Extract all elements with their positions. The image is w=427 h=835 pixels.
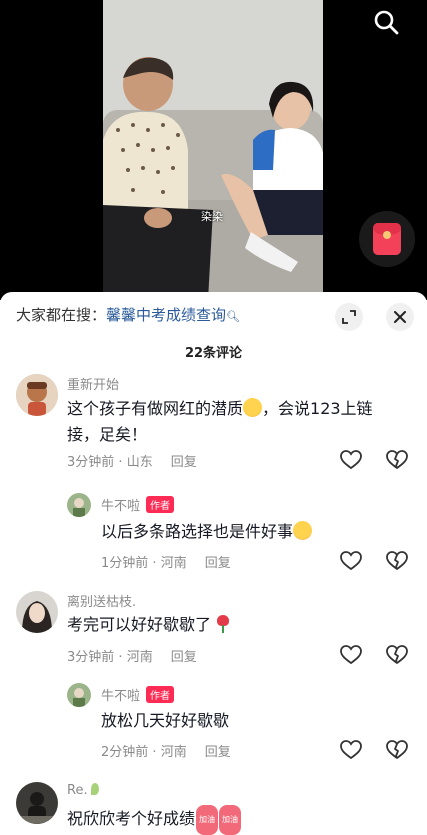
comment-nickname: 牛不啦 作者	[101, 685, 175, 704]
search-icon[interactable]	[372, 8, 400, 36]
author-badge: 作者	[146, 686, 175, 703]
broken-heart-icon[interactable]	[386, 740, 408, 760]
comment-nickname[interactable]: 离别送枯枝.	[67, 591, 136, 610]
reply-button[interactable]: 回复	[205, 745, 231, 760]
reply-button[interactable]: 回复	[171, 455, 197, 470]
comment-nickname[interactable]: 重新开始	[67, 374, 119, 393]
comment-text-part: ，会说123上链	[262, 399, 373, 418]
comment-meta: 2分钟前 · 河南 回复	[101, 745, 231, 760]
avatar-image	[67, 493, 91, 517]
hug-emoji-icon	[293, 521, 313, 540]
heart-outline-icon[interactable]	[340, 450, 362, 470]
comment-location: 山东	[126, 455, 153, 470]
author-badge: 作者	[146, 496, 175, 513]
video-frame: 染染	[103, 0, 323, 300]
reply-nickname[interactable]: Re.	[67, 783, 88, 798]
red-packet-button[interactable]	[359, 211, 415, 267]
video-player[interactable]: 染染	[0, 0, 427, 300]
close-icon	[394, 311, 406, 323]
comment-text: 这个孩子有做网红的潜质 ，会说123上链接，足矣！	[67, 396, 387, 448]
comment-text: 考完可以好好歇歇了	[67, 612, 230, 638]
video-caption: 染染	[201, 210, 223, 223]
heart-outline-icon[interactable]	[340, 645, 362, 665]
comment-location: 河南	[126, 650, 153, 665]
comment-location: 河南	[160, 745, 187, 760]
rose-emoji-icon	[216, 615, 230, 633]
comment-text-part: 接，足矣！	[67, 425, 148, 444]
leaf-badge-icon	[90, 783, 99, 795]
hot-search-prefix: 大家都在搜：	[16, 306, 107, 324]
comment-time: 1分钟前	[101, 556, 149, 571]
comment-meta: 3分钟前 · 山东 回复	[67, 455, 197, 470]
reply-button[interactable]: 回复	[171, 650, 197, 665]
reply-nickname[interactable]: 牛不啦	[101, 689, 140, 704]
avatar[interactable]	[67, 683, 91, 707]
avatar-image	[67, 683, 91, 707]
comment-text-part: 考完可以好好歇歇了	[67, 615, 212, 634]
red-packet-icon	[373, 223, 401, 255]
comment-time: 3分钟前	[67, 650, 115, 665]
avatar[interactable]	[16, 591, 58, 633]
avatar[interactable]	[16, 782, 58, 824]
heart-outline-icon[interactable]	[340, 740, 362, 760]
comment-text-part: 这个孩子有做网红的潜质	[67, 399, 244, 418]
comment-time: 3分钟前	[67, 455, 115, 470]
hot-search-bar[interactable]: 大家都在搜：馨馨中考成绩查询🔍︎	[16, 304, 240, 325]
avatar[interactable]	[67, 493, 91, 517]
broken-heart-icon[interactable]	[386, 551, 408, 571]
comment-time: 2分钟前	[101, 745, 149, 760]
cheer-badge: 加油	[219, 805, 242, 835]
hot-search-term[interactable]: 馨馨中考成绩查询	[106, 306, 226, 324]
expand-icon	[342, 310, 356, 324]
comment-text: 以后多条路选择也是件好事	[101, 519, 313, 545]
comment-count: 22条评论	[184, 346, 243, 361]
cheer-badge: 加油	[196, 805, 219, 835]
comment-location: 河南	[160, 556, 187, 571]
comment-text: 放松几天好好歇歇	[101, 711, 230, 730]
comment-nickname: 牛不啦 作者	[101, 495, 175, 514]
comment-text-part: 以后多条路选择也是件好事	[101, 522, 294, 541]
comment-nickname: Re.	[67, 783, 99, 798]
avatar-image	[16, 591, 58, 633]
reply-button[interactable]: 回复	[205, 556, 231, 571]
heart-outline-icon[interactable]	[340, 551, 362, 571]
comment-text: 祝欣欣考个好成绩 加油 加油	[67, 805, 242, 835]
avatar-image	[16, 782, 58, 824]
broken-heart-icon[interactable]	[386, 450, 408, 470]
hot-search-magnifier-icon: 🔍︎	[226, 310, 240, 323]
close-button[interactable]	[386, 303, 414, 331]
reply-nickname[interactable]: 牛不啦	[101, 499, 140, 514]
comment-sheet: 大家都在搜：馨馨中考成绩查询🔍︎ 22条评论 重新开始 这个孩子有做网红的潜质 ，…	[0, 292, 427, 835]
avatar-image	[16, 374, 58, 416]
video-people-illustration	[103, 57, 323, 300]
comment-meta: 3分钟前 · 河南 回复	[67, 650, 197, 665]
comment-meta: 1分钟前 · 河南 回复	[101, 556, 231, 571]
broken-heart-icon[interactable]	[386, 645, 408, 665]
avatar[interactable]	[16, 374, 58, 416]
expand-button[interactable]	[335, 303, 363, 331]
laugh-cry-emoji-icon	[243, 398, 263, 417]
comment-text-part: 祝欣欣考个好成绩	[67, 809, 196, 828]
